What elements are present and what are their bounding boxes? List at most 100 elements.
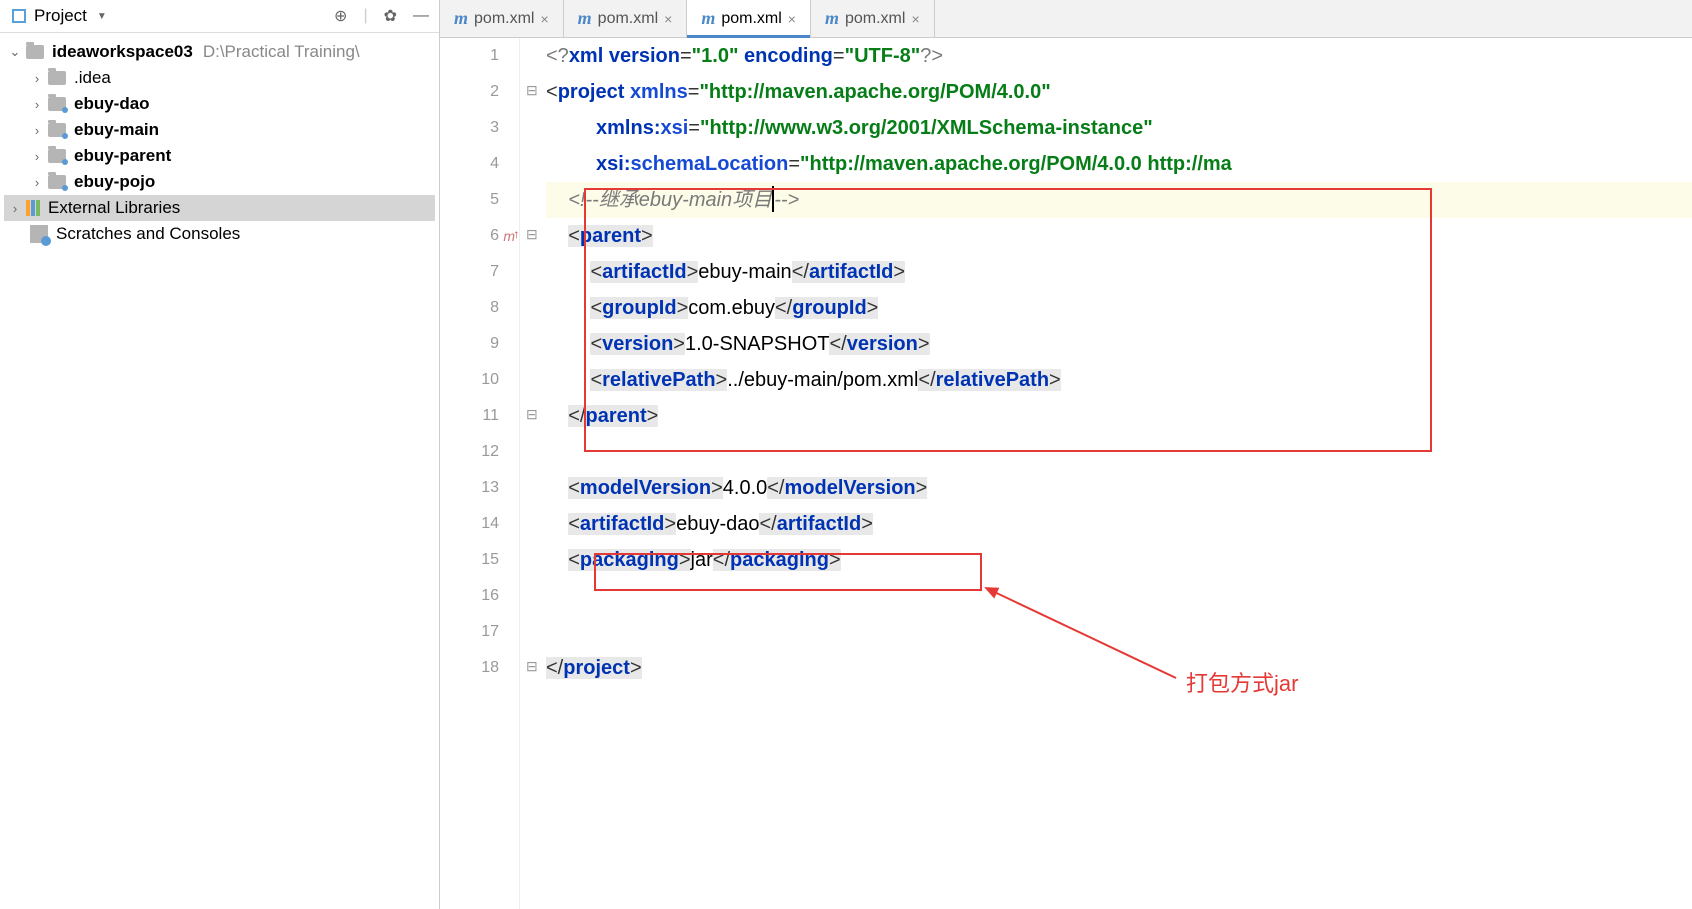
line-number: 15 [440, 542, 499, 578]
line-number: 16 [440, 578, 499, 614]
tree-item-label: External Libraries [48, 198, 180, 218]
code-line-15: <packaging>jar</packaging> [546, 542, 1692, 578]
tree-root-name: ideaworkspace03 [52, 42, 193, 62]
line-number: 9 [440, 326, 499, 362]
code-line-4: xsi:schemaLocation="http://maven.apache.… [546, 146, 1692, 182]
tree-item-label: .idea [74, 68, 111, 88]
tree-item[interactable]: › ebuy-parent [4, 143, 435, 169]
sidebar-actions: ⊕ | ✿ — [334, 6, 429, 26]
line-number: 7 [440, 254, 499, 290]
line-number: 4 [440, 146, 499, 182]
line-number: 6↑ [440, 218, 499, 254]
code-line-2: <project xmlns="http://maven.apache.org/… [546, 74, 1692, 110]
fold-end-icon[interactable]: ⊟ [526, 406, 538, 423]
tab-label: pom.xml [598, 10, 658, 28]
close-icon[interactable]: × [540, 11, 548, 27]
settings-icon[interactable]: ✿ [384, 6, 397, 26]
chevron-right-icon[interactable]: › [30, 123, 44, 138]
line-number: 18 [440, 650, 499, 686]
line-number: 2 [440, 74, 499, 110]
tree-item[interactable]: › ebuy-pojo [4, 169, 435, 195]
divider: | [363, 7, 367, 25]
tree-item-label: Scratches and Consoles [56, 224, 240, 244]
maven-icon: m [578, 8, 592, 29]
sidebar-title[interactable]: Project ▼ [10, 6, 107, 26]
tab-pom-2[interactable]: m pom.xml × [564, 0, 688, 37]
close-icon[interactable]: × [788, 11, 796, 27]
tab-pom-3[interactable]: m pom.xml × [687, 0, 811, 37]
line-number: 1 [440, 38, 499, 74]
maven-icon: m [701, 8, 715, 29]
tree-item-label: ebuy-pojo [74, 172, 155, 192]
editor-tabs: m pom.xml × m pom.xml × m pom.xml × m po… [440, 0, 1692, 38]
code-line-6: <parent> [546, 218, 1692, 254]
code-line-14: <artifactId>ebuy-dao</artifactId> [546, 506, 1692, 542]
code-area[interactable]: <?xml version="1.0" encoding="UTF-8"?> <… [546, 38, 1692, 909]
module-folder-icon [48, 149, 66, 163]
tree-root-path: D:\Practical Training\ [203, 42, 360, 62]
project-tree[interactable]: ⌄ ideaworkspace03 D:\Practical Training\… [0, 33, 439, 253]
line-number: 10 [440, 362, 499, 398]
chevron-right-icon[interactable]: › [30, 71, 44, 86]
code-line-7: <artifactId>ebuy-main</artifactId> [546, 254, 1692, 290]
code-line-3: xmlns:xsi="http://www.w3.org/2001/XMLSch… [546, 110, 1692, 146]
line-number: 11 [440, 398, 499, 434]
dropdown-icon[interactable]: ▼ [97, 11, 107, 22]
scratches-icon [30, 225, 48, 243]
gutter: 1 2 3 4 5 6↑ 7 8 9 10 11 12 13 14 15 16 … [440, 38, 520, 909]
folder-icon [26, 45, 44, 59]
maven-gutter-icon[interactable]: ↑ [503, 218, 515, 254]
chevron-right-icon[interactable]: › [30, 97, 44, 112]
tree-item-scratches[interactable]: Scratches and Consoles [4, 221, 435, 247]
tree-item-label: ebuy-main [74, 120, 159, 140]
code-line-8: <groupId>com.ebuy</groupId> [546, 290, 1692, 326]
code-line-5: <!--继承ebuy-main项目--> [546, 182, 1692, 218]
fold-icon[interactable]: ⊟ [526, 226, 538, 243]
editor-body[interactable]: 1 2 3 4 5 6↑ 7 8 9 10 11 12 13 14 15 16 … [440, 38, 1692, 909]
libraries-icon [26, 200, 40, 216]
tree-item[interactable]: › ebuy-main [4, 117, 435, 143]
annotation-label: 打包方式jar [1186, 666, 1298, 698]
line-number: 14 [440, 506, 499, 542]
fold-icon[interactable]: ⊟ [526, 82, 538, 99]
line-number: 8 [440, 290, 499, 326]
module-folder-icon [48, 175, 66, 189]
close-icon[interactable]: × [664, 11, 672, 27]
line-number: 17 [440, 614, 499, 650]
line-number: 5 [440, 182, 499, 218]
chevron-right-icon[interactable]: › [30, 175, 44, 190]
fold-end-icon[interactable]: ⊟ [526, 658, 538, 675]
maven-icon: m [454, 8, 468, 29]
sidebar-header: Project ▼ ⊕ | ✿ — [0, 0, 439, 33]
code-line-13: <modelVersion>4.0.0</modelVersion> [546, 470, 1692, 506]
code-line-18: </project> [546, 650, 1692, 686]
tab-pom-4[interactable]: m pom.xml × [811, 0, 935, 37]
project-sidebar: Project ▼ ⊕ | ✿ — ⌄ ideaworkspace03 D:\P… [0, 0, 440, 909]
tree-item[interactable]: › ebuy-dao [4, 91, 435, 117]
maven-icon: m [825, 8, 839, 29]
line-number: 12 [440, 434, 499, 470]
tree-root[interactable]: ⌄ ideaworkspace03 D:\Practical Training\ [4, 39, 435, 65]
code-line-12 [546, 434, 1692, 470]
tree-item[interactable]: › .idea [4, 65, 435, 91]
line-number: 13 [440, 470, 499, 506]
line-number: 3 [440, 110, 499, 146]
chevron-right-icon[interactable]: › [30, 149, 44, 164]
sidebar-title-label: Project [34, 6, 87, 26]
locate-icon[interactable]: ⊕ [334, 6, 347, 26]
project-panel-icon [10, 7, 28, 25]
tree-item-label: ebuy-dao [74, 94, 150, 114]
fold-column: ⊟ ⊟ ⊟ ⊟ [520, 38, 546, 909]
tab-label: pom.xml [845, 10, 905, 28]
close-icon[interactable]: × [911, 11, 919, 27]
code-line-10: <relativePath>../ebuy-main/pom.xml</rela… [546, 362, 1692, 398]
tab-pom-1[interactable]: m pom.xml × [440, 0, 564, 37]
module-folder-icon [48, 97, 66, 111]
tree-item-external-libraries[interactable]: › External Libraries [4, 195, 435, 221]
code-line-11: </parent> [546, 398, 1692, 434]
chevron-right-icon[interactable]: › [8, 201, 22, 216]
chevron-down-icon[interactable]: ⌄ [8, 44, 22, 60]
collapse-icon[interactable]: — [413, 7, 429, 25]
tree-item-label: ebuy-parent [74, 146, 171, 166]
tab-label: pom.xml [721, 10, 781, 28]
